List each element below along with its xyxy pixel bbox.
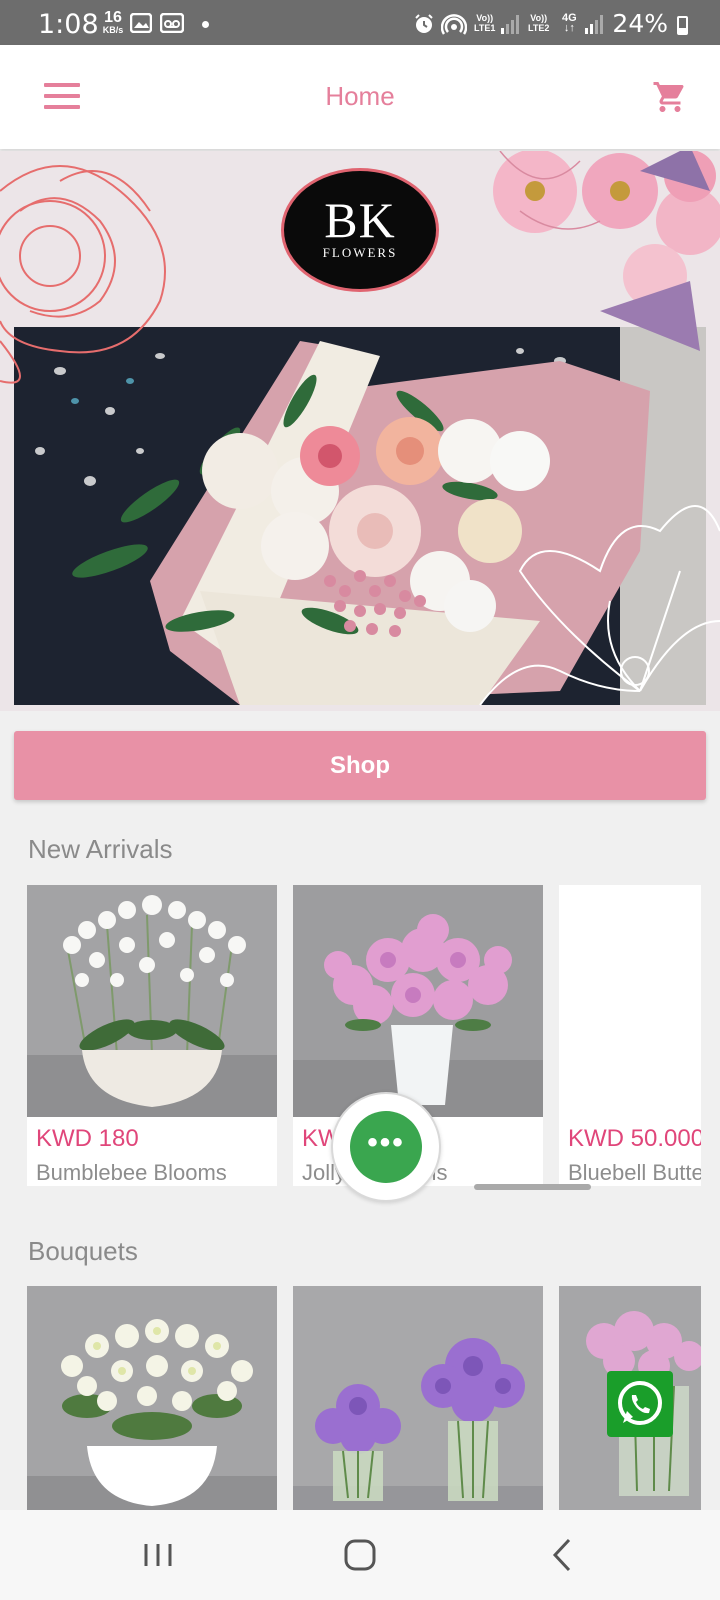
- product-image: [293, 1286, 543, 1510]
- status-bar: 1:08 16 KB/s Vo)) LTE1 Vo)) LTE2 4G ↓↑ 2…: [0, 0, 720, 45]
- hero-banner: BK FLOWERS: [0, 151, 720, 711]
- recent-apps-icon[interactable]: [133, 1532, 183, 1578]
- notification-dot: [202, 21, 209, 28]
- product-image: [293, 885, 543, 1117]
- bouquet-card[interactable]: [27, 1286, 277, 1510]
- page-title: Home: [325, 81, 395, 111]
- alarm-icon: [415, 14, 433, 33]
- chat-fab-button[interactable]: •••: [331, 1092, 441, 1202]
- bk-flowers-logo: BK FLOWERS: [281, 168, 439, 292]
- network-4g: 4G ↓↑: [562, 12, 577, 34]
- horizontal-scroll-indicator[interactable]: [474, 1184, 591, 1190]
- network-speed: 16 KB/s: [102, 9, 124, 35]
- hotspot-icon: [441, 14, 467, 35]
- product-price: KWD 50.000: [568, 1125, 701, 1152]
- product-name: Bluebell Butterfly: [568, 1160, 701, 1185]
- voicemail-icon: [160, 13, 184, 33]
- battery-icon: [677, 16, 688, 35]
- gallery-icon: [130, 13, 152, 33]
- shop-button[interactable]: Shop: [14, 731, 706, 800]
- lte2-indicator: Vo)) LTE2: [528, 13, 550, 33]
- bouquet-card[interactable]: [293, 1286, 543, 1510]
- more-dots-icon: •••: [350, 1111, 422, 1183]
- shopping-cart-icon[interactable]: [652, 79, 688, 115]
- bouquets-title: Bouquets: [28, 1236, 138, 1266]
- system-nav-bar: [0, 1510, 720, 1600]
- product-name: Bumblebee Blooms: [36, 1160, 227, 1185]
- battery-percent: 24%: [612, 9, 668, 38]
- product-card-bumblebee-blooms[interactable]: KWD 180 Bumblebee Blooms: [27, 885, 277, 1186]
- home-icon[interactable]: [335, 1532, 385, 1578]
- product-image: [559, 885, 701, 1117]
- back-icon[interactable]: [537, 1532, 587, 1578]
- whatsapp-button[interactable]: [607, 1371, 673, 1437]
- signal-1-icon: [501, 15, 519, 34]
- signal-2-icon: [585, 15, 603, 34]
- status-time: 1:08: [38, 9, 99, 40]
- product-card-bluebell-butterfly[interactable]: KWD 50.000 Bluebell Butterfly: [559, 885, 701, 1186]
- product-image: [27, 885, 277, 1117]
- lte1-indicator: Vo)) LTE1: [474, 13, 496, 33]
- new-arrivals-title: New Arrivals: [28, 834, 173, 864]
- whatsapp-icon: [618, 1381, 662, 1425]
- app-bar: Home: [0, 45, 720, 149]
- product-image: [27, 1286, 277, 1510]
- product-price: KWD 180: [36, 1125, 139, 1152]
